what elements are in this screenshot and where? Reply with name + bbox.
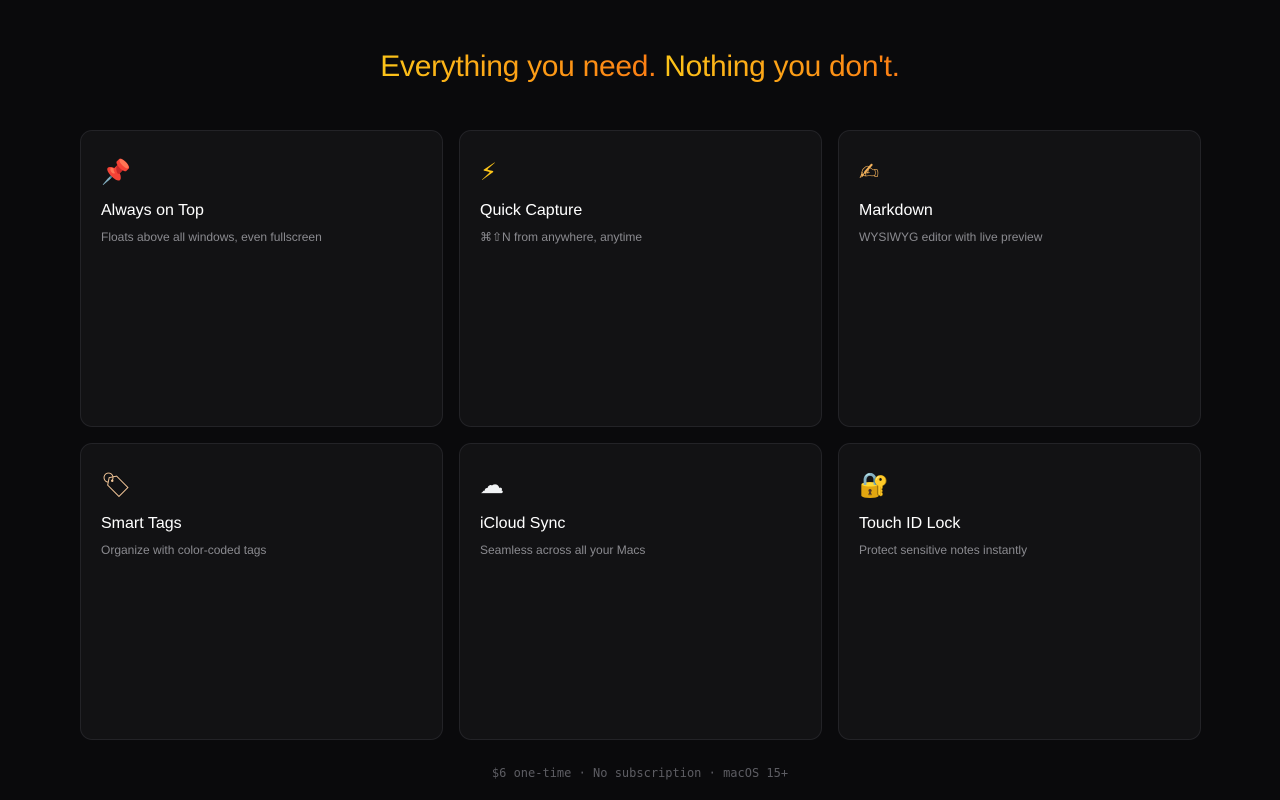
headline-part-1: Everything you need. [380,50,657,83]
cloud-icon: ☁ [480,471,504,499]
feature-description: Protect sensitive notes instantly [859,543,1028,557]
feature-title: Always on Top [101,202,204,219]
feature-description: Floats above all windows, even fullscree… [101,230,322,244]
feature-description: WYSIWYG editor with live preview [859,230,1043,244]
pushpin-icon: 📌 [101,158,131,186]
headline-part-2: Nothing you don't. [664,50,900,83]
features-grid: 📌 Always on Top Floats above all windows… [80,130,1201,740]
writing-hand-icon: ✍ [859,158,880,186]
feature-title: Markdown [859,202,933,219]
feature-card-quick-capture: ⚡ Quick Capture ⌘⇧N from anywhere, anyti… [459,130,822,427]
feature-card-touch-id-lock: 🔐 Touch ID Lock Protect sensitive notes … [838,443,1201,740]
feature-description: Seamless across all your Macs [480,543,646,557]
lock-key-icon: 🔐 [859,471,889,499]
tag-icon: 🏷 [101,471,132,499]
feature-title: Quick Capture [480,202,583,219]
section-headline: Everything you need. Nothing you don't. [0,48,1280,86]
feature-title: iCloud Sync [480,515,566,532]
feature-card-icloud-sync: ☁ iCloud Sync Seamless across all your M… [459,443,822,740]
feature-card-always-on-top: 📌 Always on Top Floats above all windows… [80,130,443,427]
feature-card-smart-tags: 🏷 Smart Tags Organize with color-coded t… [80,443,443,740]
feature-title: Touch ID Lock [859,515,961,532]
feature-card-markdown: ✍ Markdown WYSIWYG editor with live prev… [838,130,1201,427]
feature-title: Smart Tags [101,515,182,532]
feature-description: Organize with color-coded tags [101,543,267,557]
lightning-icon: ⚡ [480,158,497,186]
pricing-footer: $6 one-time · No subscription · macOS 15… [491,766,789,780]
feature-description: ⌘⇧N from anywhere, anytime [480,230,643,244]
